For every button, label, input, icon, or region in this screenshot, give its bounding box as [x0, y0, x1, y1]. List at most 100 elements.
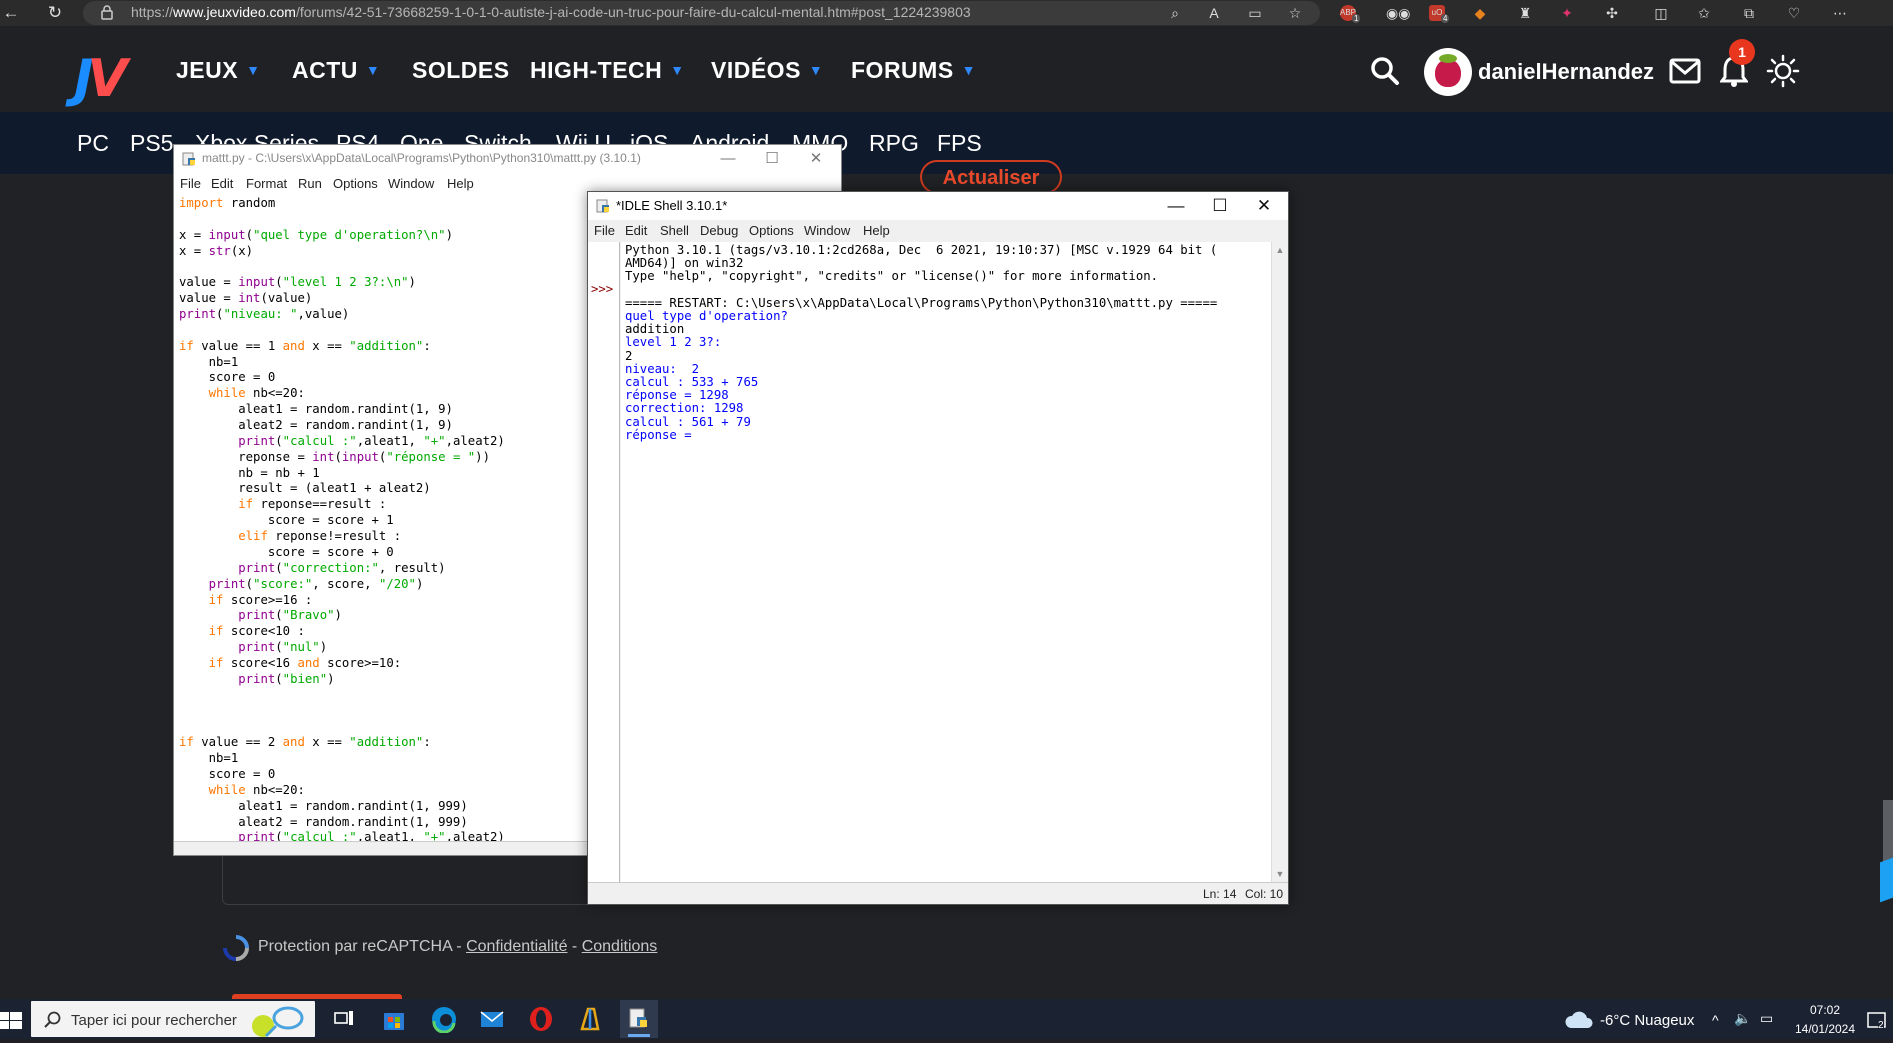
code-line: x = str(x)	[179, 243, 254, 258]
idle-shell-window[interactable]: *IDLE Shell 3.10.1* — ☐ ✕ File Edit Shel…	[587, 191, 1289, 905]
shell-line: level 1 2 3?:	[625, 335, 722, 350]
zoom-icon[interactable]: ⌕	[1165, 3, 1185, 23]
maximize-button[interactable]: ☐	[750, 147, 794, 171]
shell-title: *IDLE Shell 3.10.1*	[616, 198, 728, 213]
scroll-up-icon[interactable]: ▲	[1272, 242, 1288, 258]
minimize-button[interactable]: —	[706, 147, 750, 171]
favorites-icon[interactable]: ✩	[1694, 3, 1714, 23]
opera-icon[interactable]	[527, 1005, 555, 1033]
code-line: if reponse==result :	[238, 497, 387, 512]
code-line: while nb<=20:	[208, 386, 305, 401]
menu-jeux[interactable]: JEUX ▼	[176, 57, 260, 84]
editor-titlebar[interactable]: mattt.py - C:\Users\x\AppData\Local\Prog…	[174, 145, 841, 173]
extension-pink-icon[interactable]: ✦	[1557, 3, 1577, 23]
menu-edit[interactable]: Edit	[625, 223, 647, 238]
search-icon[interactable]	[1370, 56, 1400, 86]
menu-options[interactable]: Options	[749, 223, 794, 238]
metamask-extension-icon[interactable]: ◆	[1470, 3, 1490, 23]
immersive-reader-icon[interactable]: ▭	[1245, 3, 1265, 23]
menu-edit[interactable]: Edit	[211, 176, 233, 191]
menu-help[interactable]: Help	[863, 223, 890, 238]
close-button[interactable]: ✕	[1242, 194, 1286, 218]
edge-sidebar-icon[interactable]	[1880, 857, 1893, 903]
menu-file[interactable]: File	[180, 176, 201, 191]
tray-chevron-icon[interactable]: ^	[1712, 1012, 1719, 1028]
clock-date[interactable]: 14/01/2024	[1786, 1022, 1864, 1036]
theme-toggle-sun-icon[interactable]	[1766, 54, 1800, 88]
menu-actu[interactable]: ACTU ▼	[292, 57, 380, 84]
shell-menubar: File Edit Shell Debug Options Window Hel…	[588, 220, 1288, 242]
idle-taskbar-button[interactable]	[620, 1000, 658, 1038]
weather-text[interactable]: -6°C Nuageux	[1600, 1012, 1694, 1029]
extension-icon[interactable]: ♜	[1515, 3, 1535, 23]
menu-shell[interactable]: Shell	[660, 223, 689, 238]
refresh-icon[interactable]: ↻	[44, 2, 66, 24]
refresh-button[interactable]: Actualiser	[920, 160, 1062, 194]
app-icon[interactable]	[576, 1005, 604, 1033]
cloud-weather-icon[interactable]	[1564, 1010, 1594, 1030]
menu-videos[interactable]: VIDÉOS ▼	[711, 57, 823, 84]
tennis-bing-icon[interactable]	[248, 1004, 310, 1038]
shell-output[interactable]: Python 3.10.1 (tags/v3.10.1:2cd268a, Dec…	[621, 242, 1271, 882]
platform-pc[interactable]: PC	[77, 130, 109, 157]
windows-start-icon[interactable]	[0, 1006, 24, 1032]
shell-statusbar: Ln: 14 Col: 10	[588, 882, 1288, 904]
jv-logo[interactable]: JV	[74, 49, 128, 109]
privacy-link[interactable]: Confidentialité	[466, 938, 567, 955]
menu-window[interactable]: Window	[388, 176, 434, 191]
network-icon[interactable]: ▭	[1760, 1010, 1773, 1027]
menu-file[interactable]: File	[594, 223, 615, 238]
platform-ps5[interactable]: PS5	[130, 130, 173, 157]
read-aloud-icon[interactable]: A	[1204, 3, 1224, 23]
extension-glasses-icon[interactable]: ◉◉	[1386, 3, 1410, 23]
close-button[interactable]: ✕	[794, 147, 838, 171]
platform-rpg[interactable]: RPG	[869, 130, 919, 157]
code-line: print("correction:", result)	[238, 560, 446, 575]
chevron-down-icon: ▼	[246, 62, 261, 78]
menu-soldes[interactable]: SOLDES	[412, 57, 510, 84]
menu-help[interactable]: Help	[447, 176, 474, 191]
scroll-down-icon[interactable]: ▼	[1272, 866, 1288, 882]
notification-badge: 1	[1729, 39, 1755, 65]
shell-titlebar[interactable]: *IDLE Shell 3.10.1* — ☐ ✕	[588, 192, 1288, 220]
mail-icon[interactable]	[1669, 58, 1701, 84]
maximize-button[interactable]: ☐	[1198, 194, 1242, 218]
more-menu-icon[interactable]: ⋯	[1830, 3, 1850, 23]
code-editor[interactable]: import random x = input("quel type d'oper…	[174, 195, 587, 841]
mail-app-icon[interactable]	[478, 1005, 506, 1033]
shell-scrollbar[interactable]: ▲ ▼	[1271, 242, 1288, 882]
code-line: print("niveau: ",value)	[179, 307, 350, 322]
chevron-down-icon: ▼	[808, 62, 824, 78]
browser-essentials-icon[interactable]: ♡	[1784, 3, 1804, 23]
minimize-button[interactable]: —	[1154, 194, 1198, 218]
platform-fps[interactable]: FPS	[937, 130, 982, 157]
task-view-icon[interactable]	[330, 1005, 358, 1033]
code-line: if score<10 :	[208, 624, 305, 639]
back-button[interactable]: ←	[0, 2, 22, 24]
collections-icon[interactable]: ⧉	[1739, 3, 1759, 23]
menu-high-tech[interactable]: HIGH-TECH ▼	[530, 57, 685, 84]
clock-time[interactable]: 07:02	[1800, 1003, 1850, 1017]
menu-run[interactable]: Run	[298, 176, 322, 191]
store-icon[interactable]	[380, 1005, 408, 1033]
avatar[interactable]	[1424, 48, 1472, 96]
split-screen-icon[interactable]: ◫	[1651, 3, 1671, 23]
menu-options[interactable]: Options	[333, 176, 378, 191]
extensions-puzzle-icon[interactable]: ✣	[1602, 3, 1622, 23]
code-line: result = (aleat1 + aleat2)	[179, 481, 431, 496]
notification-center-icon[interactable]	[1866, 1010, 1888, 1032]
edge-browser-icon[interactable]	[430, 1005, 458, 1034]
volume-icon[interactable]: 🔈	[1734, 1010, 1751, 1027]
menu-forums[interactable]: FORUMS ▼	[851, 57, 976, 84]
favorite-star-icon[interactable]: ☆	[1285, 3, 1305, 23]
notification-count: 2	[1878, 1020, 1884, 1031]
terms-link[interactable]: Conditions	[582, 938, 658, 955]
username[interactable]: danielHernandez	[1478, 59, 1654, 85]
search-placeholder: Taper ici pour rechercher	[71, 1012, 237, 1029]
menu-window[interactable]: Window	[804, 223, 850, 238]
code-line: nb=1	[179, 354, 239, 369]
python-shell-icon	[596, 199, 610, 213]
menu-format[interactable]: Format	[246, 176, 287, 191]
code-line: aleat1 = random.randint(1, 9)	[179, 402, 453, 417]
menu-debug[interactable]: Debug	[700, 223, 738, 238]
